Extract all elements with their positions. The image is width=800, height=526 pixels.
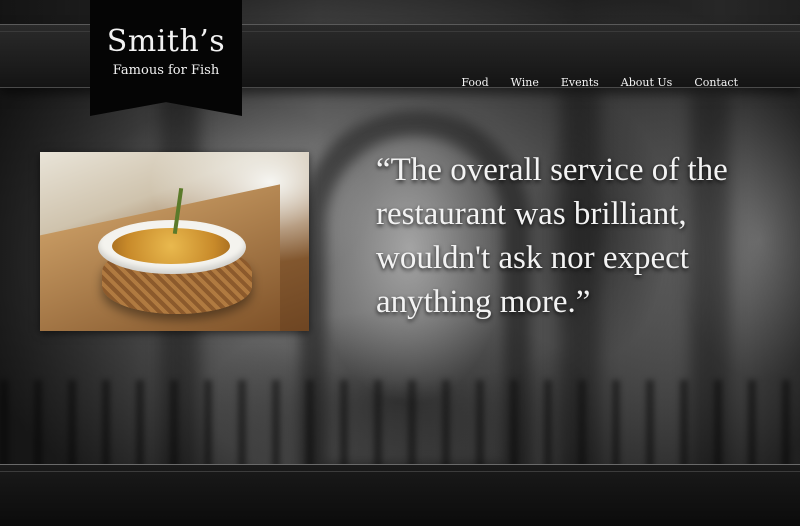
nav-item-food[interactable]: Food: [461, 76, 488, 90]
brand-name: Smith’s: [106, 24, 226, 59]
quote-line: “The overall service of the: [376, 152, 728, 188]
quote-line: wouldn't ask nor expect: [376, 240, 689, 276]
logo-banner[interactable]: Smith’s Famous for Fish: [90, 0, 242, 116]
nav-item-wine[interactable]: Wine: [511, 76, 539, 90]
quote-line: restaurant was brilliant,: [376, 196, 687, 232]
nav-item-events[interactable]: Events: [561, 76, 599, 90]
site-footer: [0, 464, 800, 526]
testimonial-quote: “The overall service of the restaurant w…: [376, 148, 776, 324]
quote-line: anything more.”: [376, 284, 591, 320]
nav-item-contact[interactable]: Contact: [694, 76, 738, 90]
main-nav: Food Wine Events About Us Contact: [439, 76, 738, 90]
brand-tagline: Famous for Fish: [112, 63, 220, 78]
nav-item-about-us[interactable]: About Us: [621, 76, 673, 90]
dish-photo: [40, 152, 309, 331]
